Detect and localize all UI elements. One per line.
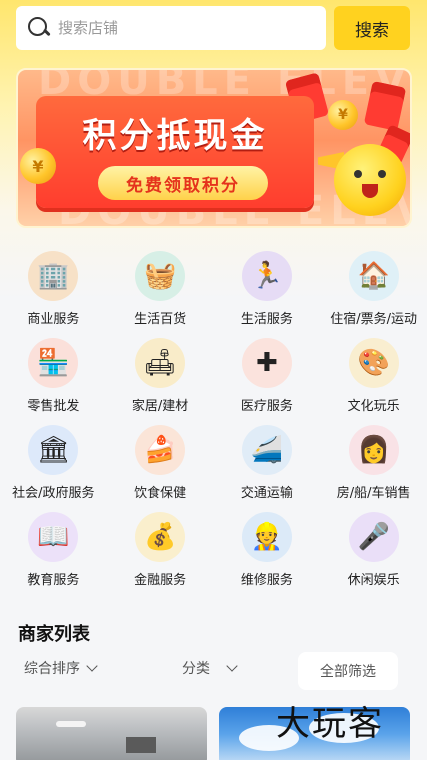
category-label: 家居/建材 <box>131 399 189 414</box>
category-label: 文化玩乐 <box>347 399 400 414</box>
book-icon: 📖 <box>28 512 79 562</box>
banner-title: 积分抵现金 <box>82 116 268 156</box>
category-label: 房/船/车销售 <box>336 486 411 501</box>
category-item[interactable]: 🎤 休闲娱乐 <box>320 507 427 594</box>
microphone-icon: 🎤 <box>348 512 399 562</box>
coins-basket-icon: 💰 <box>135 512 186 562</box>
chevron-down-icon <box>226 659 238 672</box>
all-filter-label: 全部筛选 <box>320 664 376 680</box>
category-item[interactable]: 👩 房/船/车销售 <box>320 420 427 507</box>
category-item[interactable]: 🏠 住宿/票务/运动 <box>320 246 427 333</box>
shop-icon: 🏪 <box>28 338 79 388</box>
category-label: 教育服务 <box>27 573 80 588</box>
site-watermark: 大玩客 <box>276 704 384 744</box>
chevron-down-icon <box>86 659 98 672</box>
category-item[interactable]: 🏪 零售批发 <box>0 333 107 420</box>
category-label: 零售批发 <box>27 399 80 414</box>
mascot-icon <box>334 144 406 216</box>
category-grid: 🏢 商业服务 🧺 生活百货 🏃 生活服务 🏠 住宿/票务/运动 🏪 零售批发 🛋 家居/建材 ✚ 医疗服务… <box>0 246 427 594</box>
category-item[interactable]: 💰 金融服务 <box>107 507 214 594</box>
promo-banner[interactable]: DOUBLE ELEVEN DOUBLE ELEVEN 积分抵现金 免费领取积分… <box>16 68 412 228</box>
government-building-icon: 🏛 <box>28 425 79 475</box>
house-icon: 🏠 <box>348 251 399 301</box>
repair-worker-icon: 👷 <box>241 512 292 562</box>
train-icon: 🚄 <box>241 425 292 475</box>
medical-kit-icon: ✚ <box>241 338 292 388</box>
agent-avatar-icon: 👩 <box>348 425 399 475</box>
category-label: 生活服务 <box>240 312 293 327</box>
red-packet-icon <box>363 80 407 132</box>
category-item[interactable]: 🎨 文化玩乐 <box>320 333 427 420</box>
category-label: 休闲娱乐 <box>347 573 400 588</box>
category-label: 商业服务 <box>27 312 80 327</box>
category-item[interactable]: 🏢 商业服务 <box>0 246 107 333</box>
category-item[interactable]: 🛋 家居/建材 <box>107 333 214 420</box>
category-label: 维修服务 <box>240 573 293 588</box>
sort-dropdown-label: 综合排序 <box>24 661 80 677</box>
category-item[interactable]: 🏛 社会/政府服务 <box>0 420 107 507</box>
category-item[interactable]: ✚ 医疗服务 <box>214 333 321 420</box>
ceiling-light <box>56 721 86 727</box>
search-button[interactable]: 搜索 <box>334 6 410 50</box>
palette-icon: 🎨 <box>348 338 399 388</box>
merchant-card-image[interactable] <box>16 707 207 760</box>
cake-icon: 🍰 <box>135 425 186 475</box>
merchant-list-title: 商家列表 <box>18 624 90 645</box>
category-dropdown-label: 分类 <box>182 661 210 677</box>
category-label: 医疗服务 <box>240 399 293 414</box>
category-item[interactable]: 📖 教育服务 <box>0 507 107 594</box>
category-item[interactable]: 🧺 生活百货 <box>107 246 214 333</box>
search-icon <box>26 15 52 41</box>
category-label: 交通运输 <box>240 486 293 501</box>
category-item[interactable]: 🍰 饮食保健 <box>107 420 214 507</box>
category-item[interactable]: 🚄 交通运输 <box>214 420 321 507</box>
sort-dropdown[interactable]: 综合排序 <box>24 658 98 678</box>
coin-icon: ¥ <box>328 100 358 130</box>
category-label: 社会/政府服务 <box>12 486 95 501</box>
groceries-basket-icon: 🧺 <box>135 251 186 301</box>
category-dropdown[interactable]: 分类 <box>182 658 238 678</box>
category-label: 住宿/票务/运动 <box>330 312 417 327</box>
search-bar[interactable] <box>16 6 326 50</box>
all-filter-button[interactable]: 全部筛选 <box>298 652 398 690</box>
banner-panel: 积分抵现金 免费领取积分 <box>36 96 314 208</box>
search-input[interactable] <box>58 19 308 37</box>
banner-cta-button[interactable]: 免费领取积分 <box>98 166 268 200</box>
category-label: 金融服务 <box>134 573 187 588</box>
category-item[interactable]: 🏃 生活服务 <box>214 246 321 333</box>
category-item[interactable]: 👷 维修服务 <box>214 507 321 594</box>
category-label: 生活百货 <box>134 312 187 327</box>
coin-icon: ¥ <box>20 148 56 184</box>
treadmill-icon: 🏃 <box>241 251 292 301</box>
sofa-icon: 🛋 <box>135 338 186 388</box>
category-label: 饮食保健 <box>134 486 187 501</box>
wall-sign <box>126 737 156 753</box>
business-service-icon: 🏢 <box>28 251 79 301</box>
